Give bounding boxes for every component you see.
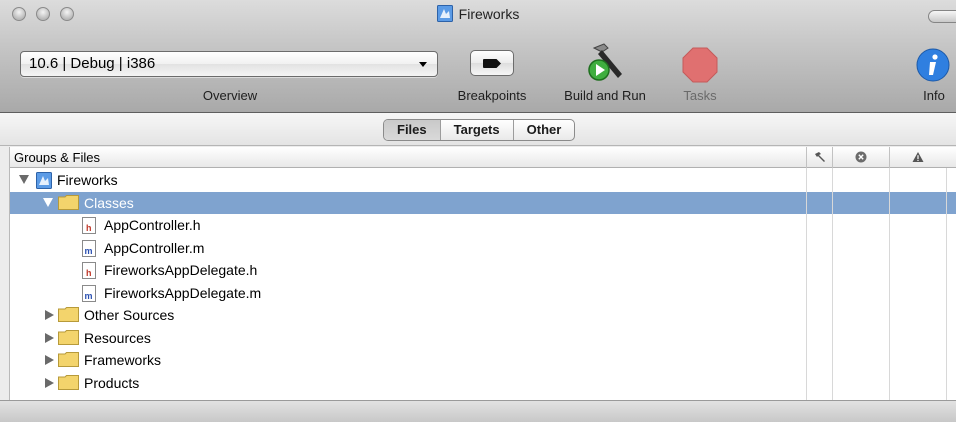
outline-row-label: Classes — [84, 194, 134, 211]
outline-row-file[interactable]: h AppController.h — [10, 214, 956, 237]
scope-bar: Files Targets Other — [0, 113, 956, 146]
files-targets-other-segmented-control: Files Targets Other — [383, 119, 576, 141]
build-hammer-icon — [814, 152, 825, 162]
tab-targets[interactable]: Targets — [441, 120, 514, 140]
info-icon[interactable] — [916, 48, 950, 82]
column-divider — [832, 168, 833, 400]
errors-column-header[interactable] — [832, 147, 889, 168]
info-label[interactable]: Info — [912, 88, 956, 103]
groups-and-files-outline: Groups & Files Fireworks Classes h AppCo… — [9, 147, 956, 400]
chevron-down-icon — [419, 62, 427, 67]
column-divider — [806, 168, 807, 400]
svg-text:m: m — [85, 291, 93, 301]
disclosure-triangle-icon[interactable] — [45, 355, 54, 365]
outline-row-group[interactable]: Resources — [10, 327, 956, 350]
stop-octagon-icon[interactable] — [682, 47, 718, 83]
source-file-icon: m — [82, 284, 96, 302]
status-bar — [0, 400, 956, 422]
outline-row-label: Other Sources — [84, 307, 175, 323]
svg-text:h: h — [86, 223, 92, 233]
outline-row-project[interactable]: Fireworks — [10, 169, 956, 192]
outline-row-label: Fireworks — [57, 172, 118, 188]
tab-other[interactable]: Other — [514, 120, 575, 140]
svg-text:h: h — [86, 268, 92, 278]
outline-row-label: AppController.m — [104, 239, 205, 256]
svg-text:m: m — [85, 246, 93, 256]
column-divider — [889, 168, 890, 400]
folder-icon — [58, 374, 79, 390]
tab-files[interactable]: Files — [384, 120, 441, 140]
overview-value: 10.6 | Debug | i386 — [29, 55, 156, 72]
folder-icon — [58, 307, 79, 322]
tasks-label[interactable]: Tasks — [670, 88, 730, 103]
disclosure-triangle-icon[interactable] — [19, 175, 29, 184]
outline-row-label: Resources — [84, 329, 151, 346]
folder-icon — [58, 352, 79, 367]
outline-row-group[interactable]: Products — [10, 372, 956, 395]
outline-row-label: Products — [84, 374, 140, 391]
outline-row-label: Frameworks — [84, 352, 162, 368]
project-icon — [436, 5, 453, 22]
folder-icon — [58, 194, 79, 210]
disclosure-triangle-icon[interactable] — [45, 377, 54, 388]
outline-row-group[interactable]: Other Sources — [10, 304, 956, 327]
warnings-column-header[interactable] — [889, 147, 946, 168]
build-and-run-icon[interactable] — [582, 40, 626, 84]
overview-popup[interactable]: 10.6 | Debug | i386 — [20, 51, 438, 77]
outline-row-file[interactable]: h FireworksAppDelegate.h — [10, 259, 956, 282]
column-divider — [946, 168, 947, 400]
window-title: Fireworks — [0, 4, 956, 24]
groups-files-column-header[interactable]: Groups & Files — [14, 149, 100, 166]
disclosure-triangle-icon[interactable] — [45, 310, 54, 320]
breakpoint-icon — [483, 59, 501, 68]
warning-triangle-icon — [912, 152, 924, 162]
outline-row-classes[interactable]: Classes — [10, 191, 956, 214]
folder-icon — [58, 329, 79, 345]
build-and-run-label[interactable]: Build and Run — [551, 88, 659, 103]
toolbar-toggle-button[interactable] — [928, 10, 956, 23]
outline-row-label: AppController.h — [104, 217, 201, 233]
disclosure-triangle-icon[interactable] — [45, 332, 54, 343]
outline-row-group[interactable]: Frameworks — [10, 349, 956, 372]
outline-row-file[interactable]: m FireworksAppDelegate.m — [10, 282, 956, 305]
outline-row-label: FireworksAppDelegate.h — [104, 262, 258, 278]
project-icon — [36, 172, 52, 189]
source-file-icon: m — [82, 239, 96, 257]
window-toolbar: Fireworks 10.6 | Debug | i386 Overview B… — [0, 0, 956, 113]
breakpoints-label[interactable]: Breakpoints — [444, 88, 540, 103]
disclosure-triangle-icon[interactable] — [43, 197, 53, 207]
breakpoints-button[interactable] — [470, 50, 514, 76]
outline-row-file[interactable]: m AppController.m — [10, 237, 956, 260]
build-column-header[interactable] — [806, 147, 832, 168]
header-file-icon: h — [82, 262, 96, 279]
error-x-icon — [855, 151, 867, 163]
outline-header: Groups & Files — [10, 147, 956, 168]
header-file-icon: h — [82, 217, 96, 234]
overview-label: Overview — [202, 88, 258, 103]
window-title-text: Fireworks — [458, 6, 520, 22]
outline-row-label: FireworksAppDelegate.m — [104, 284, 262, 301]
